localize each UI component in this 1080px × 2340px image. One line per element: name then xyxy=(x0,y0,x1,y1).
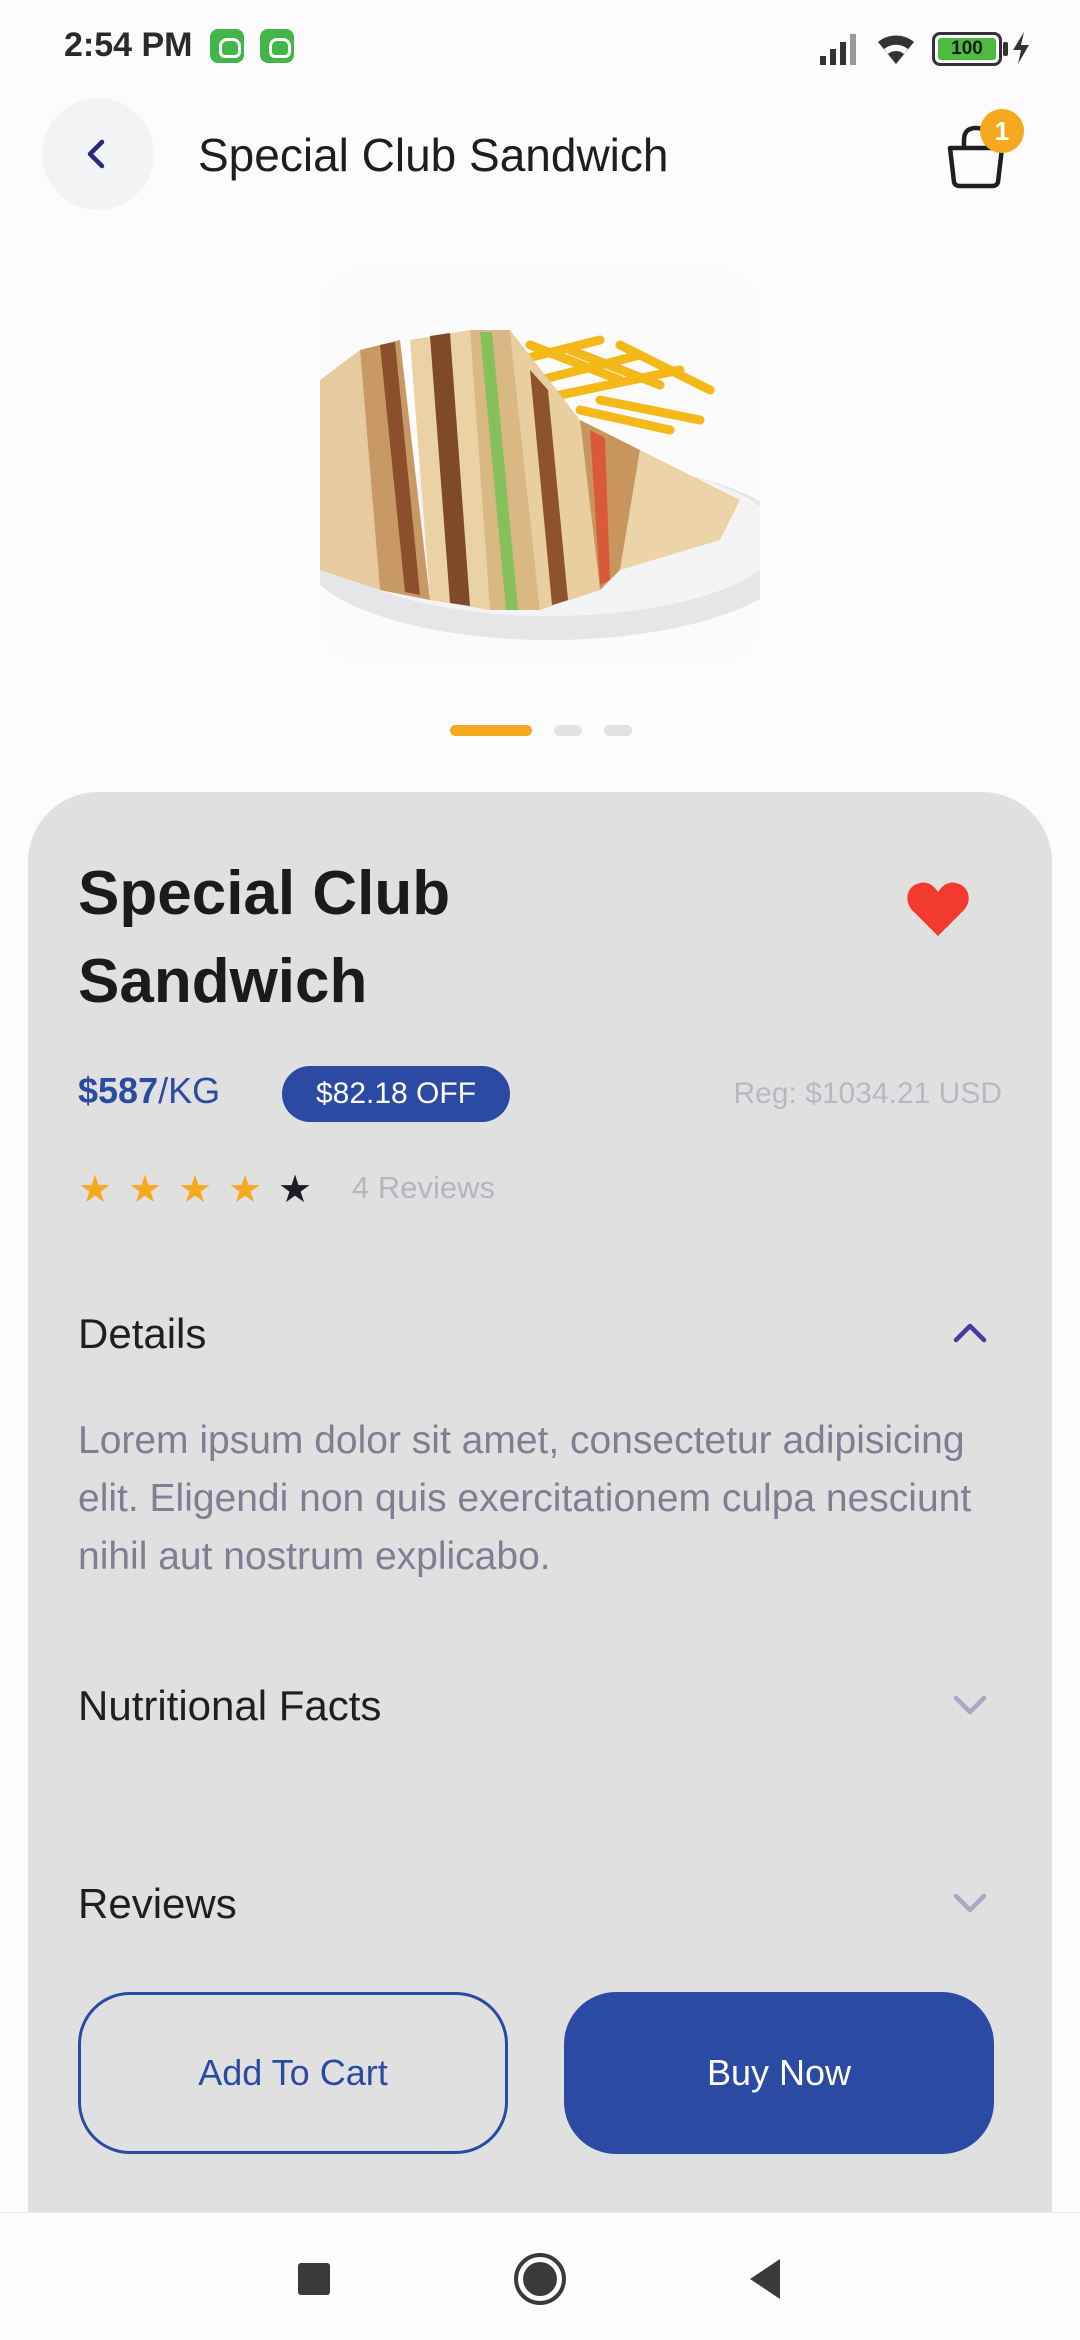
favorite-heart-icon[interactable] xyxy=(906,880,970,938)
product-price: $587/KG xyxy=(78,1070,220,1112)
status-time: 2:54 PM xyxy=(64,26,193,64)
price-amount: $587 xyxy=(78,1070,159,1111)
details-section-header[interactable]: Details xyxy=(78,1310,206,1358)
signal-icon xyxy=(820,34,856,65)
back-button[interactable] xyxy=(42,98,154,210)
image-pagination xyxy=(0,725,1080,737)
battery-tip xyxy=(1003,42,1008,56)
system-navigation-bar xyxy=(0,2212,1080,2340)
status-bar: 2:54 PM 100 xyxy=(0,0,1080,96)
battery-icon: 100 xyxy=(932,32,1002,66)
nutritional-facts-section-header[interactable]: Nutritional Facts xyxy=(78,1682,381,1730)
home-icon[interactable] xyxy=(510,2249,570,2309)
recent-apps-icon[interactable] xyxy=(284,2249,344,2309)
product-image[interactable] xyxy=(320,270,760,660)
discount-badge: $82.18 OFF xyxy=(282,1066,510,1122)
chevron-down-icon[interactable] xyxy=(950,1688,990,1720)
pagination-dot[interactable] xyxy=(554,725,582,736)
battery-level: 100 xyxy=(938,38,996,60)
sandwich-photo xyxy=(320,270,760,660)
chevron-up-icon[interactable] xyxy=(950,1316,990,1348)
pagination-dot-active[interactable] xyxy=(450,725,532,736)
details-description: Lorem ipsum dolor sit amet, consectetur … xyxy=(78,1419,972,1578)
wifi-icon xyxy=(878,35,914,64)
star-filled-icon: ★ xyxy=(178,1169,213,1211)
charging-icon xyxy=(1013,32,1029,64)
pagination-dot[interactable] xyxy=(604,725,632,736)
regular-price: Reg: $1034.21 USD xyxy=(733,1077,1002,1110)
back-icon[interactable] xyxy=(736,2249,796,2309)
price-unit: /KG xyxy=(158,1070,221,1111)
notification-app-icon xyxy=(260,29,294,63)
notification-app-icon xyxy=(210,29,244,63)
star-filled-icon: ★ xyxy=(228,1169,263,1211)
chevron-down-icon[interactable] xyxy=(950,1886,990,1918)
reviews-section-header[interactable]: Reviews xyxy=(78,1880,237,1928)
star-filled-icon: ★ xyxy=(78,1169,113,1211)
page-title: Special Club Sandwich xyxy=(198,129,669,181)
product-name: Special Club Sandwich xyxy=(78,859,451,1016)
star-empty-icon: ★ xyxy=(278,1169,313,1211)
buy-now-button[interactable]: Buy Now xyxy=(564,1992,994,2154)
add-to-cart-button[interactable]: Add To Cart xyxy=(78,1992,508,2154)
star-filled-icon: ★ xyxy=(128,1169,163,1211)
back-arrow-icon xyxy=(87,139,105,169)
cart-count-badge: 1 xyxy=(980,109,1024,153)
reviews-count[interactable]: 4 Reviews xyxy=(352,1170,495,1206)
